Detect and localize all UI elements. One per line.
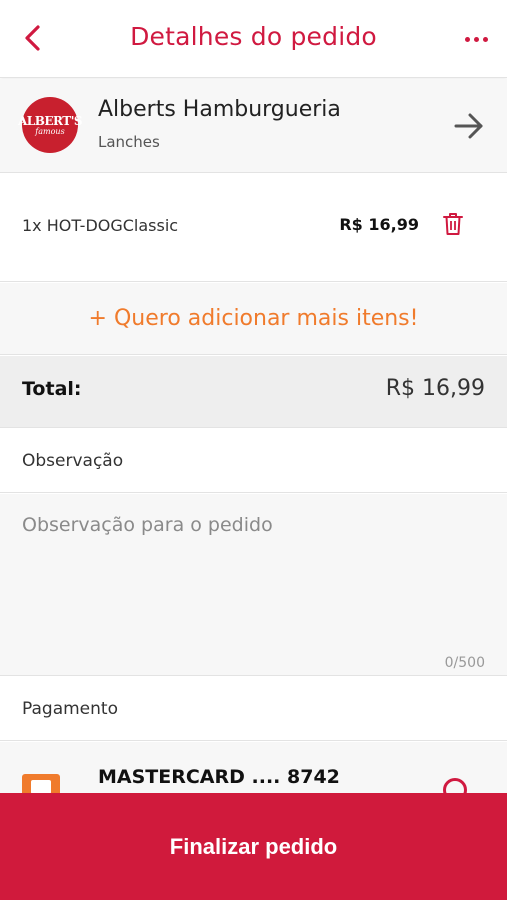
- observation-input[interactable]: [0, 494, 507, 644]
- observation-header: Observação: [0, 429, 507, 493]
- observation-box: 0/500: [0, 494, 507, 676]
- total-row: Total: R$ 16,99: [0, 356, 507, 428]
- item-price: R$ 16,99: [339, 215, 419, 234]
- logo-text-sub: famous: [35, 126, 65, 136]
- store-logo: ALBERT'S famous: [18, 97, 83, 153]
- logo-text-main: ALBERT'S: [17, 113, 83, 128]
- store-category: Lanches: [98, 133, 160, 151]
- item-name: 1x HOT-DOGClassic: [22, 216, 179, 235]
- total-value: R$ 16,99: [385, 376, 485, 401]
- payment-method-name: MASTERCARD .... 8742: [98, 766, 340, 788]
- cart-item: 1x HOT-DOGClassic R$ 16,99: [0, 174, 507, 282]
- payment-header: Pagamento: [0, 677, 507, 741]
- store-name: Alberts Hamburgueria: [98, 97, 341, 122]
- trash-icon[interactable]: [443, 212, 463, 236]
- payment-label: Pagamento: [22, 699, 118, 719]
- observation-counter: 0/500: [444, 655, 485, 671]
- add-more-label: + Quero adicionar mais itens!: [88, 306, 419, 331]
- store-card[interactable]: ALBERT'S famous Alberts Hamburgueria Lan…: [0, 79, 507, 173]
- finish-order-button[interactable]: Finalizar pedido: [0, 793, 507, 900]
- more-horizontal-icon: [464, 36, 470, 42]
- total-label: Total:: [22, 378, 82, 400]
- finish-order-label: Finalizar pedido: [169, 833, 338, 859]
- add-more-items-button[interactable]: + Quero adicionar mais itens!: [0, 283, 507, 355]
- page-title: Detalhes do pedido: [130, 22, 377, 51]
- arrow-right-icon[interactable]: [453, 111, 485, 141]
- observation-label: Observação: [22, 451, 124, 471]
- app-header: Detalhes do pedido: [0, 0, 507, 78]
- more-options-button[interactable]: [461, 24, 491, 54]
